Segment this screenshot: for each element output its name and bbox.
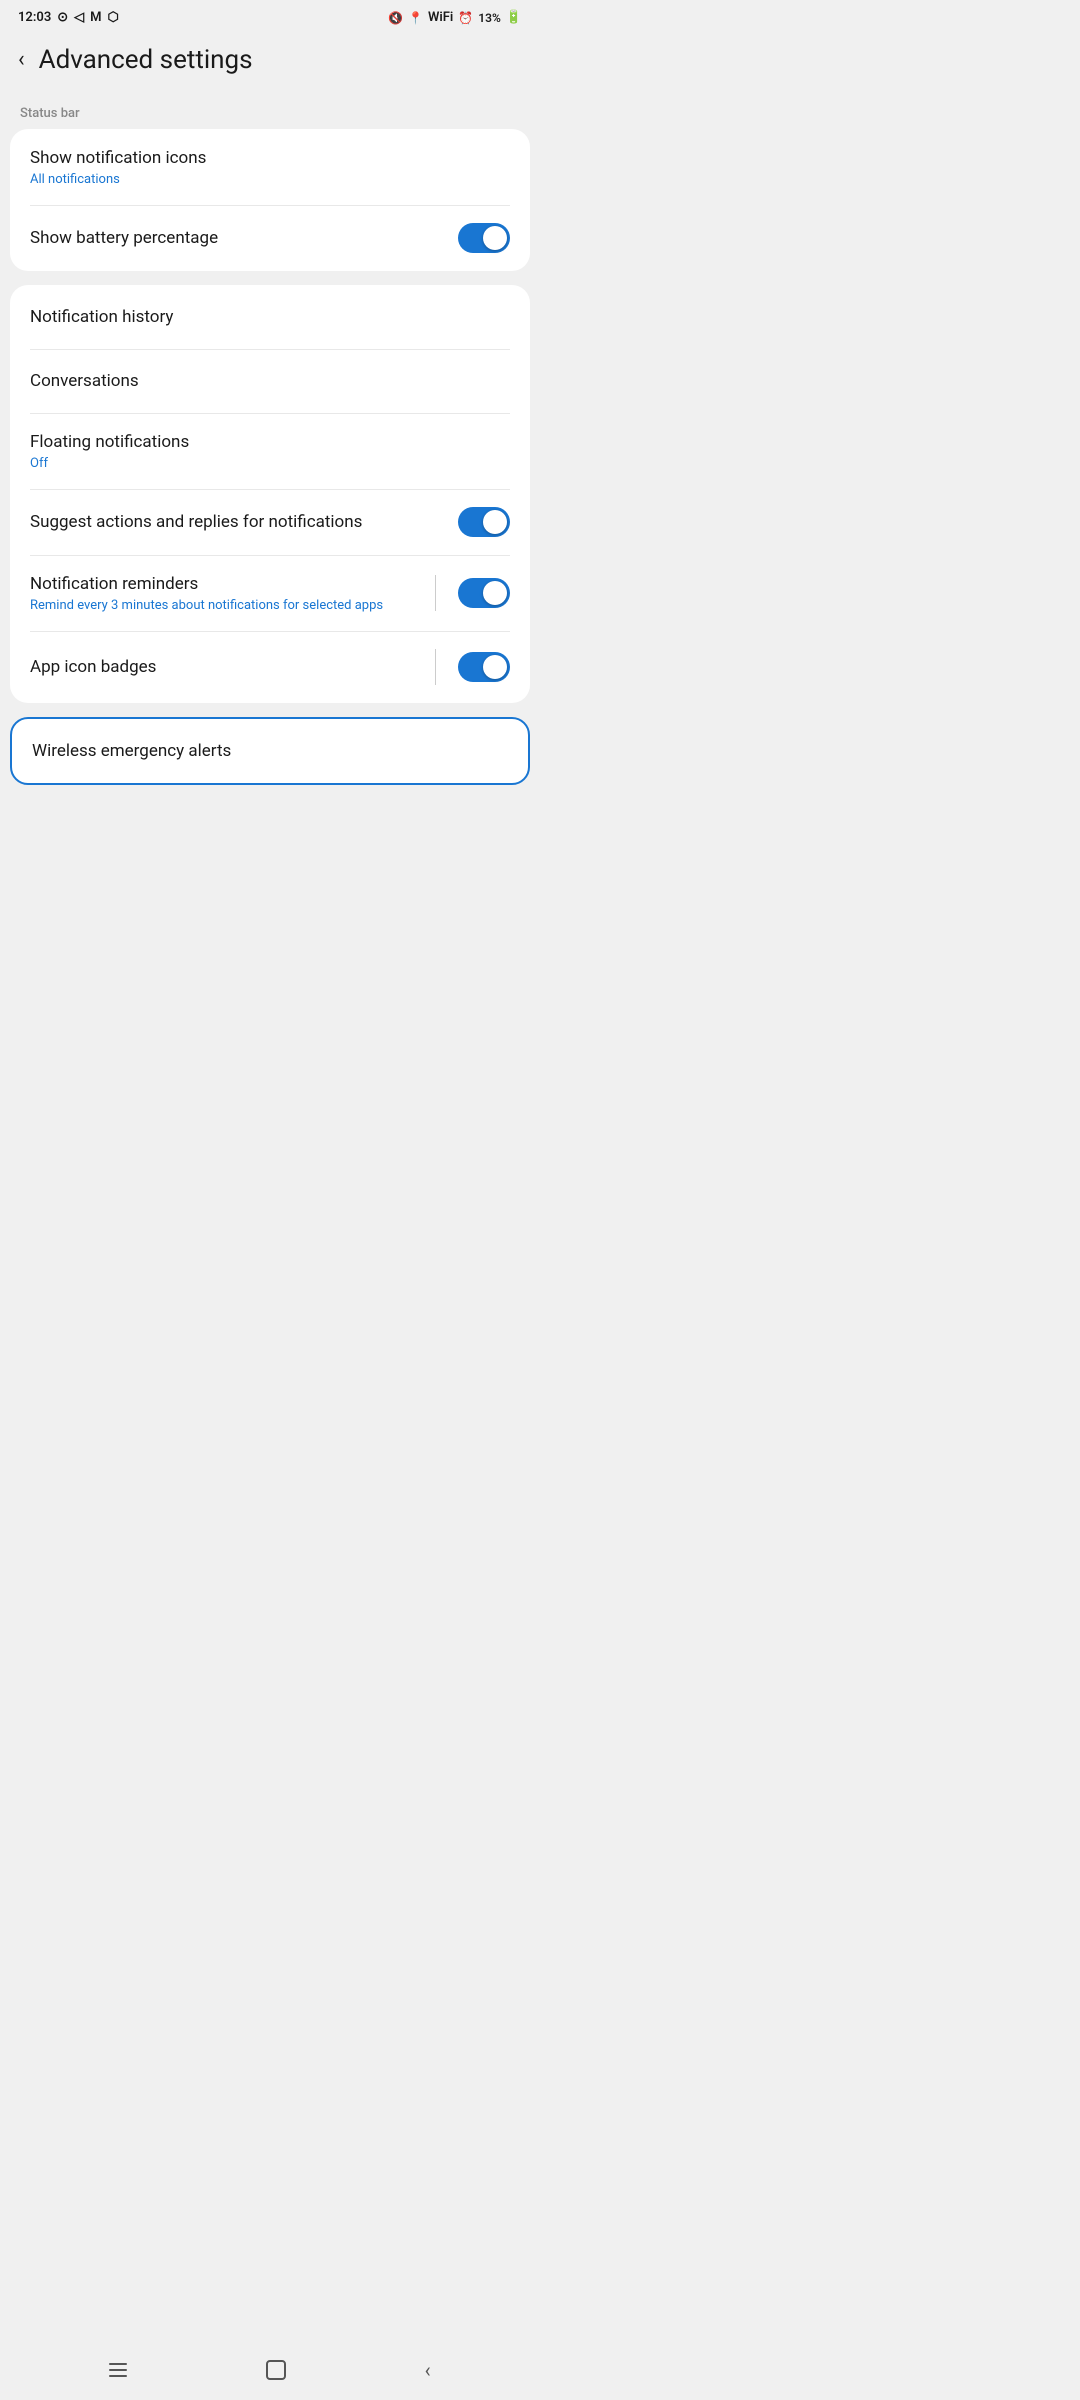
suggest-actions-title: Suggest actions and replies for notifica… bbox=[30, 511, 446, 533]
suggest-actions-row[interactable]: Suggest actions and replies for notifica… bbox=[10, 489, 530, 555]
app-icon-badges-title: App icon badges bbox=[30, 656, 435, 678]
wireless-emergency-alerts-title: Wireless emergency alerts bbox=[32, 740, 508, 762]
wireless-alerts-card: Wireless emergency alerts bbox=[10, 717, 530, 785]
floating-notifications-row[interactable]: Floating notifications Off bbox=[10, 413, 530, 489]
app-icon-badges-toggle-container bbox=[435, 649, 510, 685]
notification-reminders-text: Notification reminders Remind every 3 mi… bbox=[30, 573, 435, 613]
mute-icon: ◁ bbox=[74, 10, 84, 25]
notification-reminders-row[interactable]: Notification reminders Remind every 3 mi… bbox=[10, 555, 530, 631]
location-icon: 📍 bbox=[408, 11, 423, 25]
app-icon-badges-text: App icon badges bbox=[30, 656, 435, 678]
mute-status-icon: 🔇 bbox=[388, 11, 403, 25]
status-bar-section-label: Status bar bbox=[0, 94, 540, 129]
mail-icon: M bbox=[90, 10, 101, 25]
wireless-emergency-alerts-row[interactable]: Wireless emergency alerts bbox=[12, 719, 528, 783]
home-icon bbox=[266, 2360, 286, 2380]
floating-notifications-title: Floating notifications bbox=[30, 431, 510, 453]
toggle-divider-2 bbox=[435, 649, 436, 685]
conversations-row[interactable]: Conversations bbox=[10, 349, 530, 413]
conversations-title: Conversations bbox=[30, 370, 510, 392]
nav-home-button[interactable] bbox=[256, 2350, 296, 2390]
suggest-actions-toggle[interactable] bbox=[458, 507, 510, 537]
conversations-text: Conversations bbox=[30, 370, 510, 392]
wifi-icon: WiFi bbox=[428, 10, 453, 25]
notification-card: Notification history Conversations Float… bbox=[10, 285, 530, 703]
back-button[interactable]: ‹ bbox=[14, 43, 29, 76]
battery-percentage-toggle[interactable] bbox=[458, 223, 510, 253]
show-battery-percentage-row[interactable]: Show battery percentage bbox=[10, 205, 530, 271]
status-left: 12:03 ⊙ ◁ M ⬡ bbox=[18, 10, 119, 25]
nav-back-button[interactable]: ‹ bbox=[415, 2348, 441, 2392]
secure-icon: ⬡ bbox=[108, 10, 119, 25]
notification-history-text: Notification history bbox=[30, 306, 510, 328]
back-icon: ‹ bbox=[425, 2358, 431, 2382]
alarm-icon: ⏰ bbox=[458, 11, 473, 25]
status-bar-card: Show notification icons All notification… bbox=[10, 129, 530, 271]
show-battery-percentage-text: Show battery percentage bbox=[30, 227, 446, 249]
floating-notifications-text: Floating notifications Off bbox=[30, 431, 510, 471]
show-notification-icons-subtitle: All notifications bbox=[30, 172, 510, 187]
wireless-emergency-alerts-text: Wireless emergency alerts bbox=[32, 740, 508, 762]
status-time: 12:03 bbox=[18, 10, 51, 25]
header: ‹ Advanced settings bbox=[0, 31, 540, 94]
app-icon-badges-row[interactable]: App icon badges bbox=[10, 631, 530, 703]
status-right: 🔇 📍 WiFi ⏰ 13% 🔋 bbox=[388, 10, 522, 25]
nav-menu-button[interactable] bbox=[99, 2353, 137, 2387]
status-bar: 12:03 ⊙ ◁ M ⬡ 🔇 📍 WiFi ⏰ 13% 🔋 bbox=[0, 0, 540, 31]
show-notification-icons-text: Show notification icons All notification… bbox=[30, 147, 510, 187]
notification-reminders-toggle[interactable] bbox=[458, 578, 510, 608]
notification-reminders-toggle-knob bbox=[483, 581, 507, 605]
app-icon-badges-toggle[interactable] bbox=[458, 652, 510, 682]
notification-reminders-subtitle: Remind every 3 minutes about notificatio… bbox=[30, 598, 435, 613]
notification-reminders-title: Notification reminders bbox=[30, 573, 435, 595]
timer-icon: ⊙ bbox=[57, 10, 68, 25]
floating-notifications-subtitle: Off bbox=[30, 456, 510, 471]
battery-icon: 🔋 bbox=[506, 10, 522, 25]
page-title: Advanced settings bbox=[39, 45, 253, 75]
menu-icon bbox=[109, 2363, 127, 2377]
app-icon-badges-toggle-knob bbox=[483, 655, 507, 679]
show-notification-icons-row[interactable]: Show notification icons All notification… bbox=[10, 129, 530, 205]
toggle-divider-1 bbox=[435, 575, 436, 611]
battery-percent: 13% bbox=[478, 11, 501, 25]
notification-history-title: Notification history bbox=[30, 306, 510, 328]
show-notification-icons-title: Show notification icons bbox=[30, 147, 510, 169]
suggest-actions-text: Suggest actions and replies for notifica… bbox=[30, 511, 446, 533]
battery-percentage-toggle-knob bbox=[483, 226, 507, 250]
show-battery-percentage-title: Show battery percentage bbox=[30, 227, 446, 249]
suggest-actions-toggle-knob bbox=[483, 510, 507, 534]
notification-reminders-toggle-container bbox=[435, 575, 510, 611]
notification-history-row[interactable]: Notification history bbox=[10, 285, 530, 349]
bottom-nav: ‹ bbox=[0, 2340, 540, 2400]
